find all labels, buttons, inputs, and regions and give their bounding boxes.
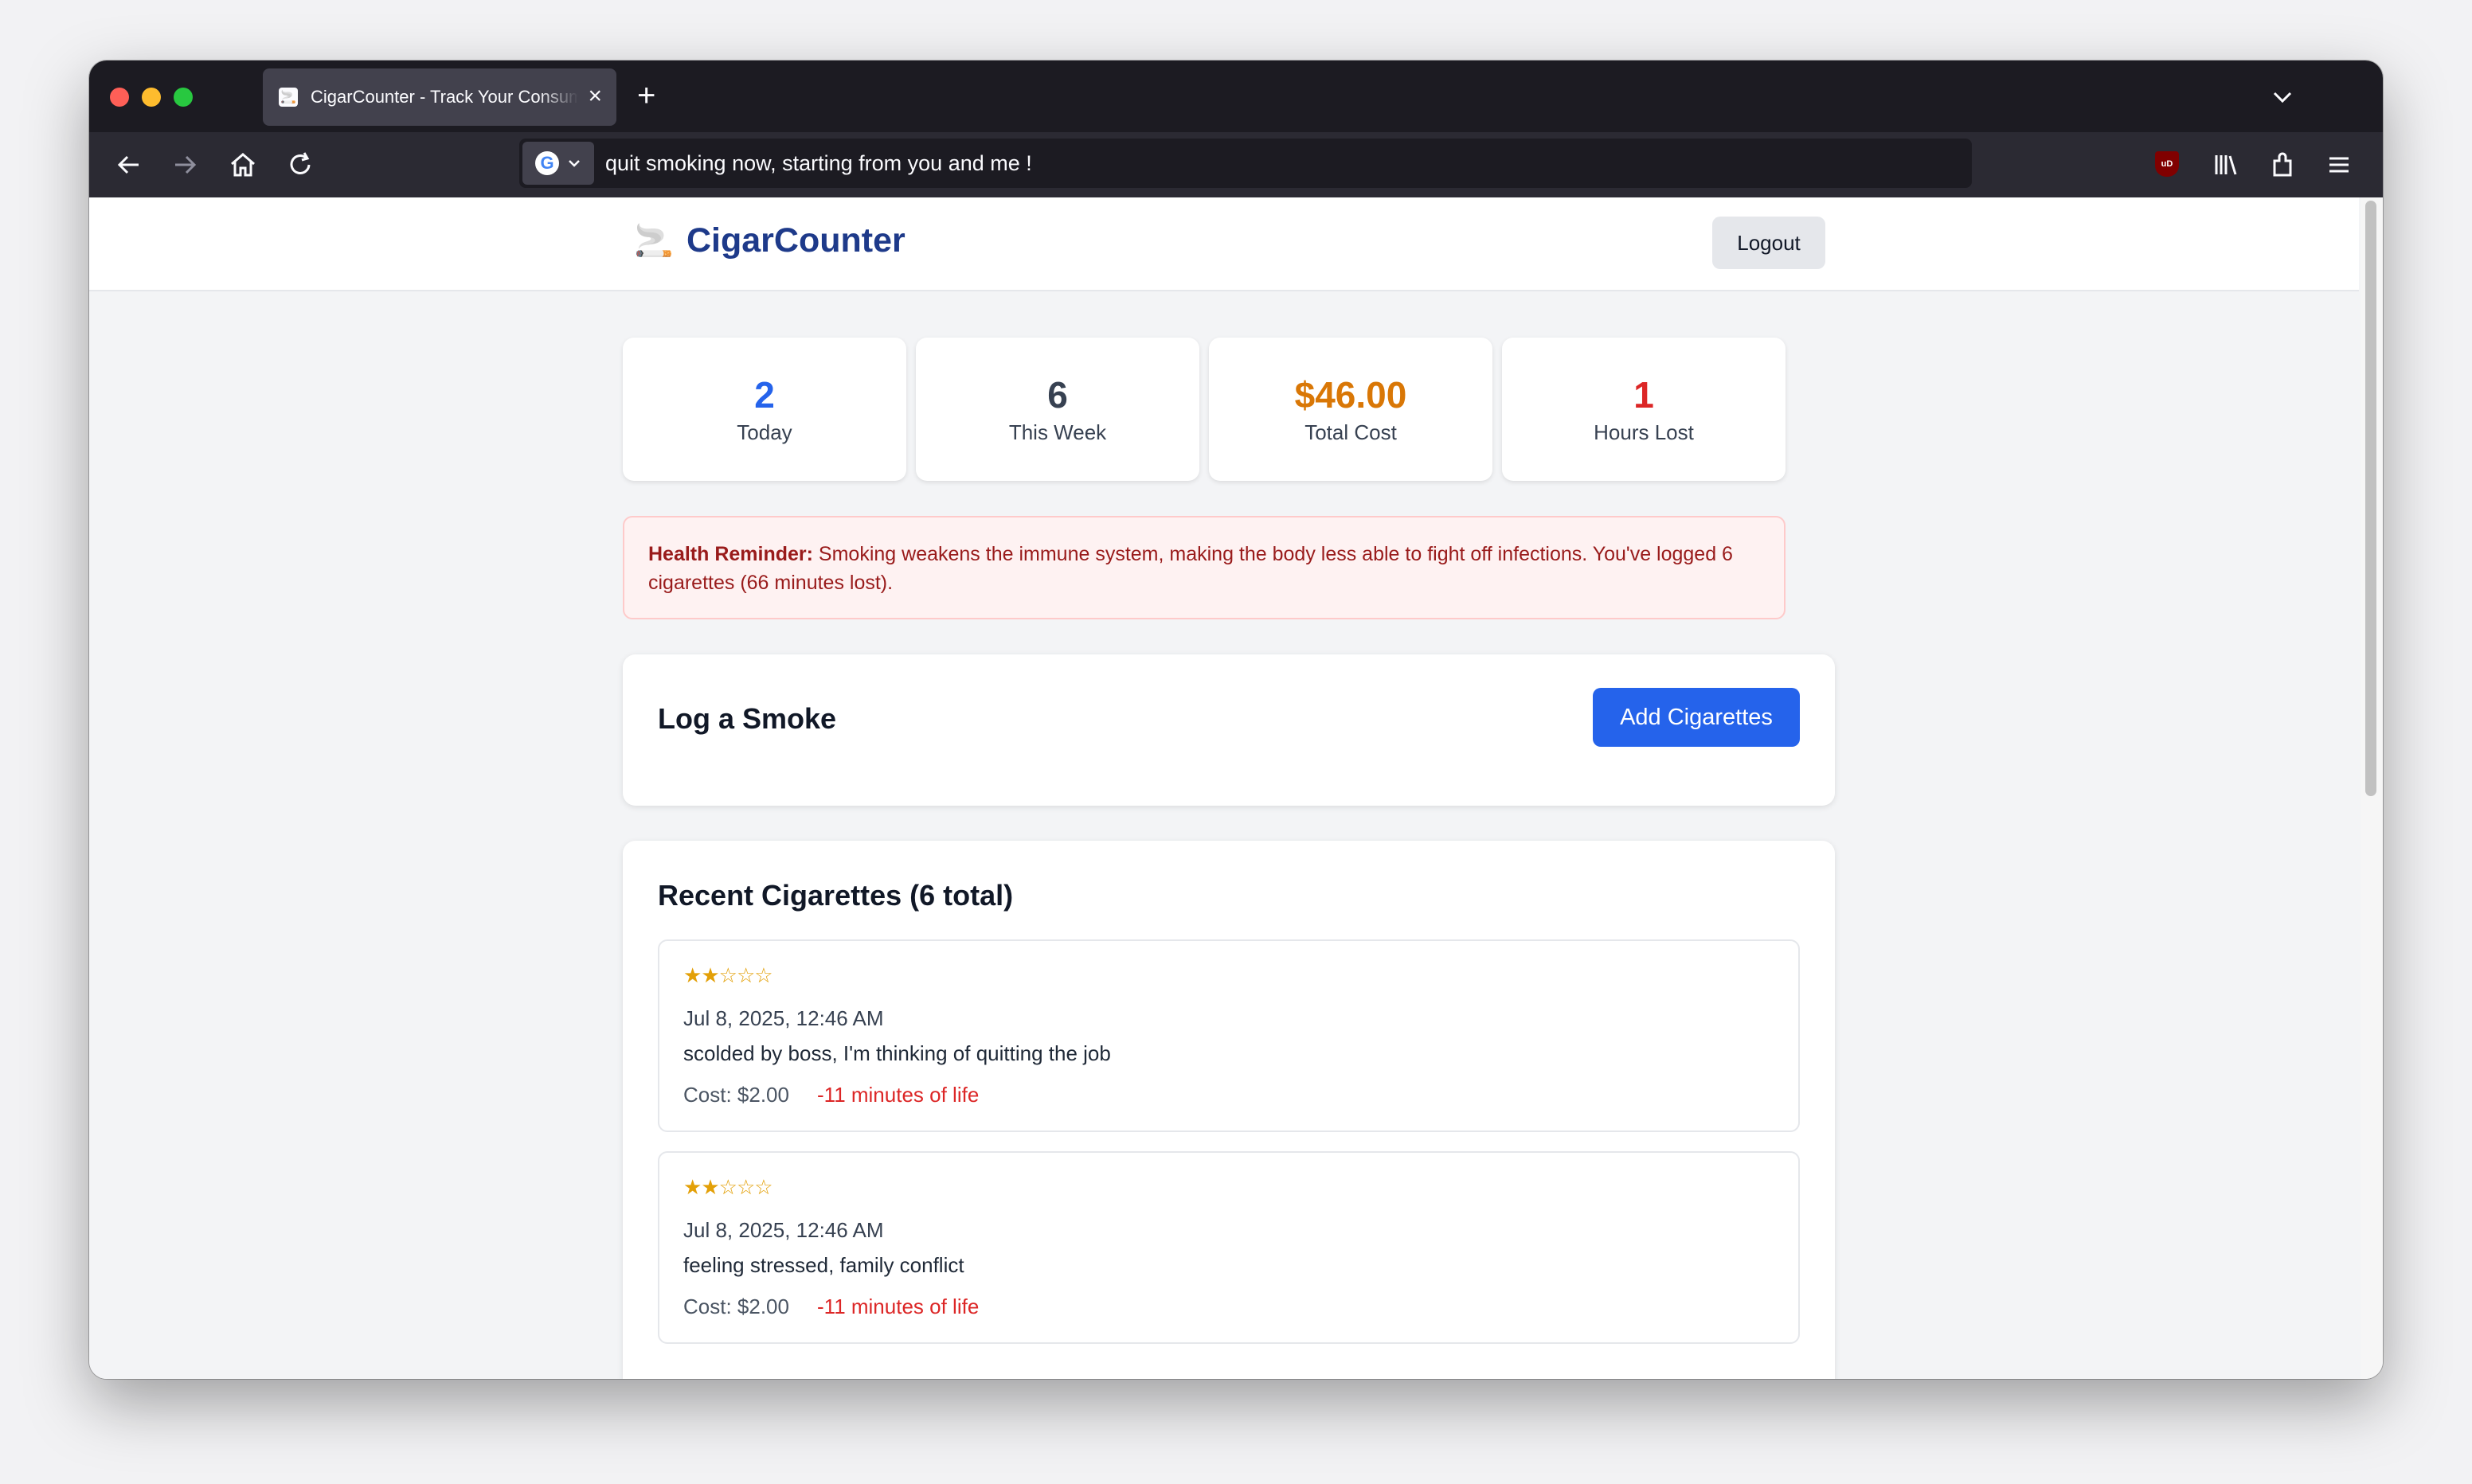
star-empty-icon: ☆ [718,1175,737,1199]
menu-icon[interactable] [2324,150,2354,184]
entry-date: Jul 8, 2025, 12:46 AM [683,1006,884,1030]
log-smoke-title: Log a Smoke [658,702,837,735]
rating-stars: ★★☆☆☆ [683,1175,773,1200]
close-window-button[interactable] [110,88,129,107]
health-reminder-alert: Health Reminder: Smoking weakens the imm… [623,516,1786,619]
ublock-origin-icon[interactable]: uD [2155,151,2179,177]
cigarette-icon: 🚬 [634,224,674,259]
entry-cost: Cost: $2.00 [683,1083,789,1107]
rating-stars: ★★☆☆☆ [683,963,773,988]
list-item: ★★☆☆☆ Jul 8, 2025, 12:46 AM scolded by b… [658,939,1800,1132]
browser-window: 🚬 CigarCounter - Track Your Consumption … [89,61,2383,1379]
search-engine-selector[interactable]: G [522,142,594,185]
home-icon[interactable] [228,150,258,184]
health-reminder-title: Health Reminder: [648,543,813,565]
entry-date: Jul 8, 2025, 12:46 AM [683,1218,884,1242]
stat-card-today: 2 Today [623,338,906,481]
entry-note: feeling stressed, family conflict [683,1253,964,1277]
list-all-tabs-icon[interactable] [2268,83,2297,115]
star-empty-icon: ☆ [736,963,755,987]
stat-value: 6 [1047,374,1068,416]
maximize-window-button[interactable] [174,88,193,107]
star-filled-icon: ★ [701,1175,719,1199]
star-empty-icon: ☆ [754,1175,772,1199]
star-filled-icon: ★ [683,963,702,987]
chevron-down-icon [569,160,580,167]
entry-life-lost: -11 minutes of life [817,1295,980,1318]
stat-card-hours-lost: 1 Hours Lost [1502,338,1786,481]
stat-card-this-week: 6 This Week [916,338,1199,481]
stat-value: 2 [754,374,775,416]
url-text: quit smoking now, starting from you and … [605,150,1032,175]
tab-favicon-icon: 🚬 [279,88,298,107]
star-empty-icon: ☆ [718,963,737,987]
tab-title: CigarCounter - Track Your Consumption [311,87,578,107]
recent-cigarettes-title: Recent Cigarettes (6 total) [658,879,1014,912]
stat-label: Today [737,420,792,444]
logout-button[interactable]: Logout [1712,217,1825,269]
browser-tab[interactable]: 🚬 CigarCounter - Track Your Consumption … [263,68,616,126]
stat-value: $46.00 [1294,374,1407,416]
recent-cigarettes-card: Recent Cigarettes (6 total) ★★☆☆☆ Jul 8,… [623,841,1835,1379]
star-empty-icon: ☆ [736,1175,755,1199]
app-header: 🚬 CigarCounter Logout [89,197,2359,291]
new-tab-icon[interactable]: + [637,78,655,113]
extensions-icon[interactable] [2268,150,2298,184]
entry-cost: Cost: $2.00 [683,1295,789,1318]
forward-icon[interactable] [170,150,201,184]
stat-label: This Week [1008,420,1107,444]
library-icon[interactable] [2211,150,2241,184]
back-icon[interactable] [113,150,143,184]
star-empty-icon: ☆ [754,963,772,987]
brand-name: CigarCounter [686,221,905,260]
google-icon: G [535,151,559,175]
stat-label: Total Cost [1304,420,1397,444]
entry-life-lost: -11 minutes of life [817,1083,980,1107]
stat-card-total-cost: $46.00 Total Cost [1209,338,1492,481]
tab-bar: 🚬 CigarCounter - Track Your Consumption … [89,61,2383,132]
close-tab-icon[interactable]: × [588,83,602,110]
minimize-window-button[interactable] [142,88,161,107]
navigation-toolbar: G quit smoking now, starting from you an… [89,132,2383,197]
list-item: ★★☆☆☆ Jul 8, 2025, 12:46 AM feeling stre… [658,1151,1800,1344]
stat-value: 1 [1633,374,1654,416]
page-viewport: 🚬 CigarCounter Logout 2 Today 6 This Wee… [89,197,2383,1379]
star-filled-icon: ★ [683,1175,702,1199]
add-cigarettes-button[interactable]: Add Cigarettes [1593,688,1800,747]
reload-icon[interactable] [285,150,315,184]
address-bar[interactable]: G quit smoking now, starting from you an… [519,139,1972,188]
star-filled-icon: ★ [701,963,719,987]
scrollbar-thumb[interactable] [2365,201,2376,796]
brand[interactable]: 🚬 CigarCounter [634,221,905,260]
entry-note: scolded by boss, I'm thinking of quittin… [683,1041,1111,1065]
stat-label: Hours Lost [1594,420,1694,444]
log-smoke-card: Log a Smoke Add Cigarettes [623,654,1835,806]
